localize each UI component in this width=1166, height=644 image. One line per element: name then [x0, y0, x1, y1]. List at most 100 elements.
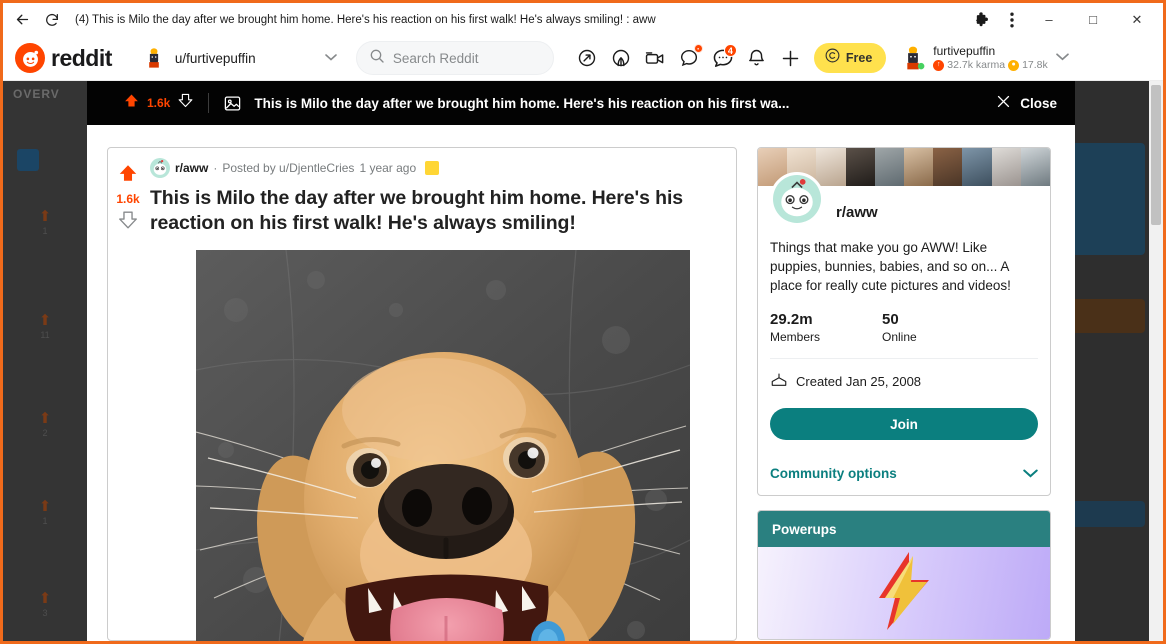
background-vote-4: ⬆ 1 [37, 499, 53, 526]
background-thumbnail [17, 149, 39, 171]
user-chevron-down-icon [1055, 52, 1069, 64]
close-x-icon [995, 93, 1012, 113]
background-vote-1: ⬆ 1 [37, 209, 53, 236]
lightbox-score: 1.6k [147, 96, 171, 110]
background-upvote-icon: ⬆ [38, 312, 52, 329]
puzzle-piece-icon[interactable] [967, 6, 997, 34]
post-image[interactable] [196, 249, 690, 641]
downvote-arrow-icon[interactable] [177, 92, 194, 114]
background-card [1063, 143, 1145, 255]
banner-thumb [1020, 148, 1050, 186]
coin-icon [824, 47, 841, 69]
community-created: Created Jan 25, 2008 [770, 371, 1038, 392]
maximize-button[interactable]: □ [1071, 5, 1115, 35]
background-score: 3 [42, 608, 48, 618]
close-label: Close [1020, 95, 1057, 111]
chat-icon[interactable]: · [672, 41, 706, 75]
post-meta: r/aww · Posted by u/DjentleCries 1 year … [150, 158, 726, 178]
banner-thumb [933, 148, 963, 186]
search-input[interactable] [392, 50, 570, 66]
post-card: 1.6k r/aww · Posted by u/DjentleCries 1 … [107, 147, 737, 641]
post-score: 1.6k [116, 192, 140, 206]
community-identity: r/aww [770, 172, 1038, 226]
video-icon[interactable] [638, 41, 672, 75]
page-scrollbar[interactable] [1149, 81, 1163, 641]
gold-award-icon[interactable] [425, 161, 440, 175]
members-stat: 29.2m Members [770, 311, 882, 344]
subreddit-link[interactable]: r/aww [175, 161, 208, 175]
lightning-bolt-icon [865, 548, 943, 639]
background-left-column: OVERV ⬆ 1 ⬆ 11 ⬆ 2 ⬆ 1 ⬆ 3 [3, 81, 87, 641]
user-avatar-small-icon [143, 47, 165, 69]
post-author[interactable]: Posted by u/DjentleCries [222, 161, 354, 175]
coins-value: 17.8k [1022, 58, 1048, 71]
scrollbar-thumb[interactable] [1151, 85, 1161, 225]
popular-icon[interactable] [570, 41, 604, 75]
background-score: 1 [42, 516, 48, 526]
upvote-arrow-icon[interactable] [117, 162, 139, 189]
post-title: This is Milo the day after we brought hi… [150, 187, 684, 234]
powerups-title: Powerups [772, 521, 837, 537]
background-vote-3: ⬆ 2 [37, 411, 53, 438]
smiling-golden-puppy-photo [196, 249, 690, 641]
reddit-logo-icon [15, 43, 45, 73]
messages-icon[interactable]: 4 [706, 41, 740, 75]
lightbox-vote-group: 1.6k [123, 92, 194, 114]
subreddit-avatar-icon [150, 158, 170, 178]
post-vote-column: 1.6k [108, 148, 148, 640]
messages-badge: 4 [723, 44, 737, 57]
subreddit-selector[interactable]: u/furtivepuffin [134, 41, 346, 75]
reload-icon[interactable] [37, 6, 67, 34]
free-coins-button[interactable]: Free [813, 43, 887, 73]
chevron-down-icon [1023, 466, 1038, 481]
downvote-arrow-icon[interactable] [117, 209, 139, 236]
lightbox-post-title: This is Milo the day after we brought hi… [254, 95, 790, 111]
coins-icon: ● [1008, 60, 1020, 71]
close-window-button[interactable]: ✕ [1115, 5, 1159, 35]
divider [208, 93, 210, 113]
background-vote-2: ⬆ 11 [37, 313, 53, 340]
minimize-button[interactable]: – [1027, 5, 1071, 35]
sidebar: r/aww Things that make you go AWW! Like … [757, 147, 1051, 641]
community-name[interactable]: r/aww [836, 204, 878, 221]
reddit-logo[interactable]: reddit [15, 43, 112, 73]
background-card [1065, 501, 1145, 527]
search-icon [369, 48, 385, 69]
search-bar[interactable] [355, 41, 570, 75]
online-label: Online [882, 330, 917, 345]
members-label: Members [770, 330, 821, 345]
background-vote-5: ⬆ 3 [37, 591, 53, 618]
community-options-toggle[interactable]: Community options [770, 466, 1038, 481]
header-icon-group: · 4 [570, 41, 808, 75]
user-stats: ↑ 32.7k karma ● 17.8k [933, 58, 1048, 72]
background-upvote-icon: ⬆ [38, 208, 52, 225]
user-name: furtivepuffin [933, 43, 996, 58]
background-upvote-icon: ⬆ [38, 498, 52, 515]
trending-icon[interactable] [604, 41, 638, 75]
create-post-plus-icon[interactable] [774, 41, 808, 75]
members-value: 29.2m [770, 311, 813, 329]
join-button[interactable]: Join [770, 408, 1038, 441]
notifications-bell-icon[interactable] [740, 41, 774, 75]
background-score: 2 [42, 428, 48, 438]
divider [770, 358, 1038, 360]
image-thumbnail-icon [223, 94, 242, 113]
upvote-arrow-icon[interactable] [123, 92, 140, 114]
karma-icon: ↑ [933, 60, 945, 71]
three-dot-menu-icon[interactable] [997, 6, 1027, 34]
avatar [900, 45, 926, 71]
community-card-body: r/aww Things that make you go AWW! Like … [758, 172, 1050, 495]
subreddit-avatar-large-icon [770, 172, 824, 226]
background-overview-label: OVERV [13, 87, 60, 101]
banner-thumb [904, 148, 934, 186]
chevron-down-icon [325, 53, 337, 64]
close-lightbox-button[interactable]: Close [995, 93, 1057, 113]
user-menu[interactable]: furtivepuffin ↑ 32.7k karma ● 17.8k [896, 39, 1072, 77]
user-meta: furtivepuffin ↑ 32.7k karma ● 17.8k [933, 43, 1048, 72]
banner-thumb [845, 148, 875, 186]
banner-thumb [874, 148, 905, 186]
chat-badge: · [693, 44, 703, 54]
background-score: 11 [40, 330, 50, 340]
back-arrow-icon[interactable] [7, 6, 37, 34]
online-value: 50 [882, 311, 899, 329]
